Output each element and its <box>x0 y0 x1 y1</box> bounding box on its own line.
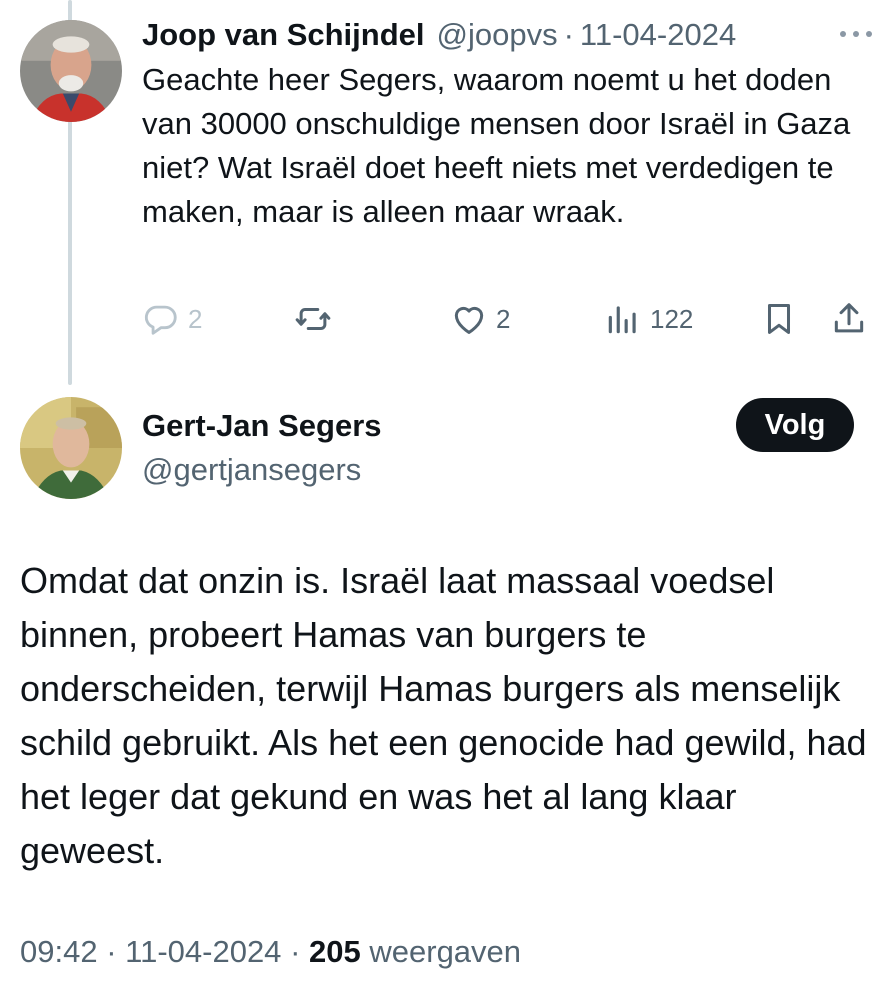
views-label: weergaven <box>369 934 522 969</box>
tweet-time[interactable]: 09:42 <box>20 934 98 969</box>
tweet-actions-bar: 2 2 122 <box>142 296 872 342</box>
tweet-meta: 09:42 · 11-04-2024 · 205 weergaven <box>20 930 521 974</box>
avatar[interactable] <box>20 397 122 499</box>
follow-button[interactable]: Volg <box>736 398 854 452</box>
views-button[interactable]: 122 <box>604 296 693 342</box>
avatar-image <box>20 397 122 499</box>
like-button[interactable]: 2 <box>450 296 510 342</box>
reply-button[interactable]: 2 <box>142 296 202 342</box>
reply-icon <box>142 300 180 338</box>
bookmark-icon <box>760 300 798 338</box>
bar-chart-icon <box>604 300 642 338</box>
separator-dot: · <box>290 934 301 969</box>
avatar-image <box>20 20 122 122</box>
repost-button[interactable] <box>294 296 340 342</box>
more-horizontal-icon[interactable] <box>838 26 874 42</box>
author-handle[interactable]: @joopvs <box>437 14 558 56</box>
share-button[interactable] <box>830 296 868 342</box>
tweet-date[interactable]: 11-04-2024 <box>580 14 736 56</box>
views-count: 205 <box>309 934 361 969</box>
separator-dot: · <box>106 934 117 969</box>
tweet-header: Joop van Schijndel @joopvs · 11-04-2024 <box>142 14 874 56</box>
reply-count: 2 <box>188 303 203 334</box>
bookmark-button[interactable] <box>760 296 798 342</box>
heart-icon <box>450 300 488 338</box>
tweet-text: Omdat dat onzin is. Israël laat massaal … <box>20 560 867 871</box>
tweet-text: Geachte heer Segers, waarom noemt u het … <box>142 62 851 229</box>
separator-dot: · <box>563 17 574 52</box>
like-count: 2 <box>496 303 511 334</box>
author-name[interactable]: Joop van Schijndel <box>142 14 425 56</box>
avatar[interactable] <box>20 20 122 122</box>
repost-icon <box>294 300 332 338</box>
views-count: 122 <box>650 303 694 334</box>
author-name[interactable]: Gert-Jan Segers <box>142 406 382 446</box>
author-handle[interactable]: @gertjansegers <box>142 450 361 490</box>
tweet-date[interactable]: 11-04-2024 <box>125 934 281 969</box>
tweet-thread: Joop van Schijndel @joopvs · 11-04-2024 … <box>0 0 894 1000</box>
share-icon <box>830 300 868 338</box>
